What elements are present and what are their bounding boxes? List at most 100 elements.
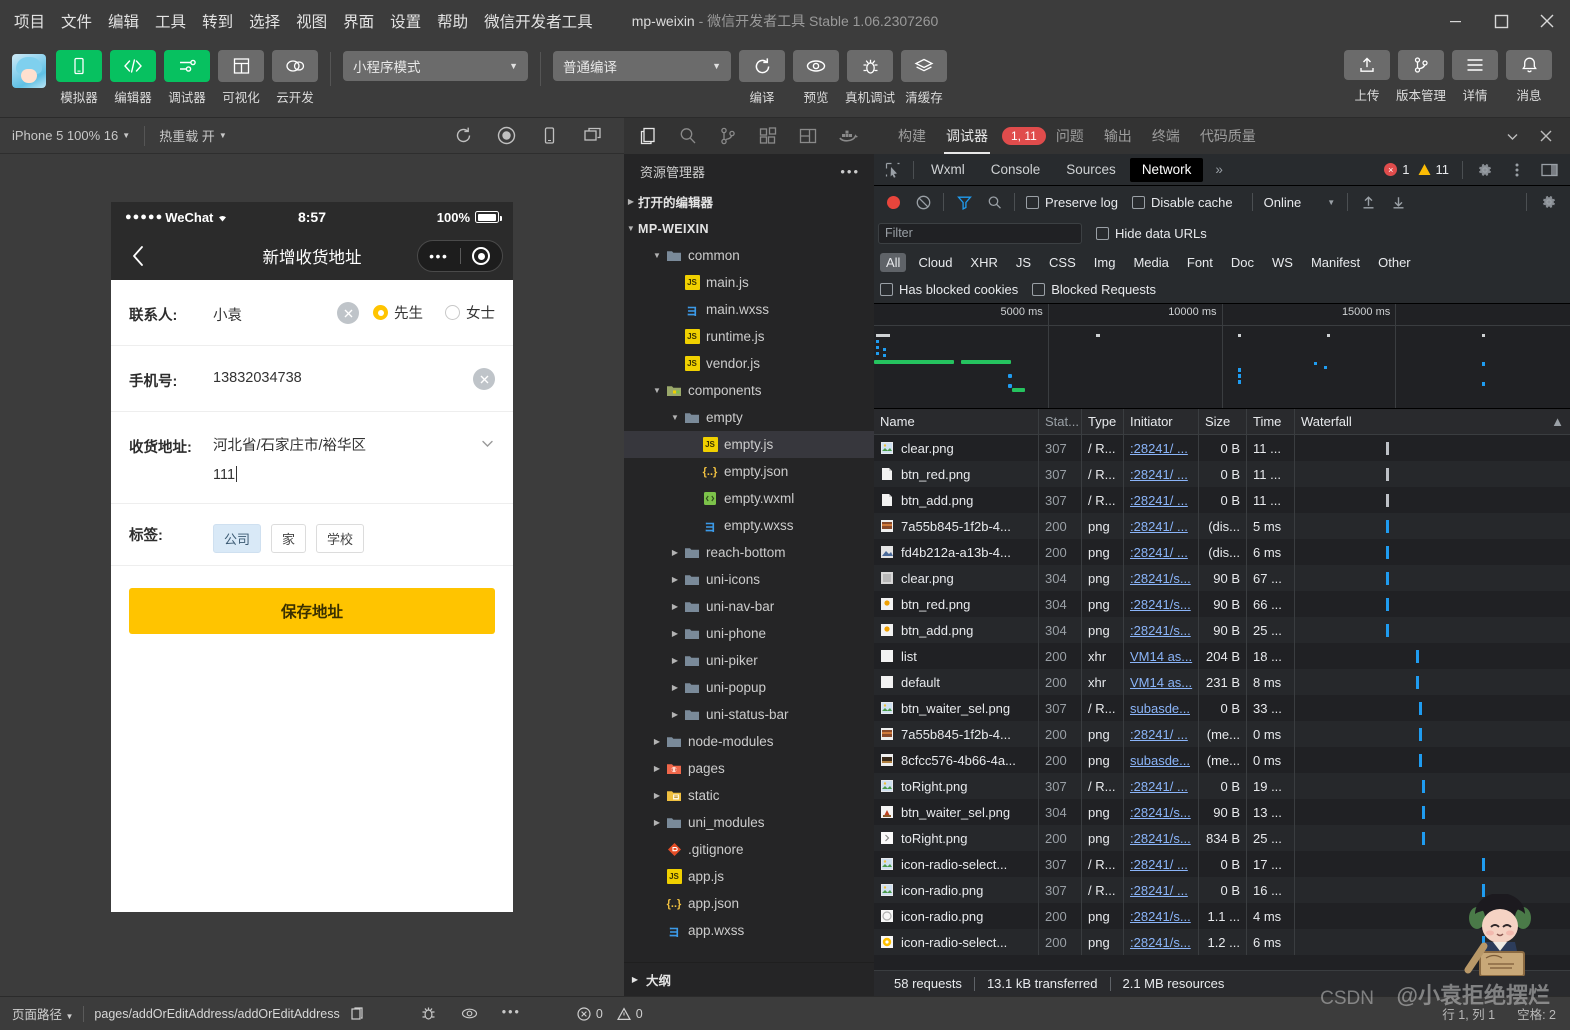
network-row[interactable]: icon-radio.png 200 png:28241/s... 1.1 ... 4 …	[874, 903, 1570, 929]
column-time[interactable]: Time	[1247, 408, 1295, 435]
network-row[interactable]: icon-radio-select... 307/ R...:28241/ ...…	[874, 851, 1570, 877]
page-path-select[interactable]: 页面路径 ▼	[12, 1004, 73, 1023]
menu-item-7[interactable]: 界面	[343, 10, 374, 32]
address-tag-2[interactable]: 学校	[316, 524, 365, 553]
chevron-down-icon[interactable]: ▼	[650, 386, 664, 395]
type-filter-Cloud[interactable]: Cloud	[912, 253, 958, 272]
request-initiator[interactable]: :28241/ ...	[1124, 461, 1199, 487]
maximize-button[interactable]	[1478, 0, 1524, 42]
phone-input[interactable]: 13832034738	[213, 346, 473, 386]
type-filter-Manifest[interactable]: Manifest	[1305, 253, 1366, 272]
toolbar-button-预览[interactable]: 预览	[793, 50, 839, 106]
menu-item-1[interactable]: 文件	[61, 10, 92, 32]
network-row[interactable]: clear.png 304 png:28241/s... 90 B 67 ...	[874, 565, 1570, 591]
gender-radio-0[interactable]: 先生	[373, 302, 423, 323]
type-filter-Font[interactable]: Font	[1181, 253, 1219, 272]
request-initiator[interactable]: :28241/ ...	[1124, 773, 1199, 799]
indent-setting[interactable]: 空格: 2	[1517, 1004, 1556, 1023]
menu-item-0[interactable]: 项目	[14, 10, 45, 32]
tree-item-main.js[interactable]: JS main.js	[624, 269, 874, 296]
address-region-picker[interactable]: 河北省/石家庄市/裕华区	[213, 434, 480, 455]
tree-item-uni-nav-bar[interactable]: ▶ uni-nav-bar	[624, 593, 874, 620]
tree-item-node-modules[interactable]: ▶ node-modules	[624, 728, 874, 755]
download-arrow-icon[interactable]	[1383, 186, 1413, 218]
type-filter-All[interactable]: All	[880, 252, 907, 272]
tree-item-app.json[interactable]: {..} app.json	[624, 890, 874, 917]
tree-item-main.wxss[interactable]: ョ main.wxss	[624, 296, 874, 323]
column-initiator[interactable]: Initiator	[1124, 408, 1199, 435]
chevron-right-icon[interactable]: ▶	[668, 602, 682, 611]
menu-item-8[interactable]: 设置	[390, 10, 421, 32]
menu-item-6[interactable]: 视图	[296, 10, 327, 32]
dock-icon[interactable]	[1534, 154, 1564, 186]
request-initiator[interactable]: :28241/ ...	[1124, 513, 1199, 539]
menu-item-2[interactable]: 编辑	[108, 10, 139, 32]
type-filter-Other[interactable]: Other	[1372, 253, 1417, 272]
network-row[interactable]: btn_add.png 304 png:28241/s... 90 B 25 ...	[874, 617, 1570, 643]
chevron-right-icon[interactable]: ▶	[668, 656, 682, 665]
close-button[interactable]	[1524, 0, 1570, 42]
network-request-list[interactable]: clear.png 307/ R...:28241/ ... 0 B 11 ... bt…	[874, 435, 1570, 970]
bug-icon[interactable]	[420, 1005, 437, 1022]
clear-circle-icon[interactable]	[473, 368, 495, 390]
tree-item-vendor.js[interactable]: JS vendor.js	[624, 350, 874, 377]
panel-tab-Network[interactable]: Network	[1129, 157, 1204, 182]
menu-item-4[interactable]: 转到	[202, 10, 233, 32]
type-filter-Doc[interactable]: Doc	[1225, 253, 1260, 272]
panel-tab-Sources[interactable]: Sources	[1054, 158, 1128, 182]
chevron-right-icon[interactable]: ▶	[668, 710, 682, 719]
chevron-down-icon[interactable]: ▼	[668, 413, 682, 422]
panel-tab-Console[interactable]: Console	[979, 158, 1053, 182]
menu-item-5[interactable]: 选择	[249, 10, 280, 32]
panel-tab-Wxml[interactable]: Wxml	[919, 158, 977, 182]
hide-data-urls-checkbox[interactable]: Hide data URLs	[1096, 226, 1207, 241]
chevron-right-icon[interactable]: ▶	[650, 818, 664, 827]
type-filter-Img[interactable]: Img	[1088, 253, 1122, 272]
request-initiator[interactable]: :28241/ ...	[1124, 487, 1199, 513]
tree-item-uni-phone[interactable]: ▶ uni-phone	[624, 620, 874, 647]
column-type[interactable]: Type	[1082, 408, 1124, 435]
network-row[interactable]: icon-radio-select... 200 png:28241/s... 1.2…	[874, 929, 1570, 955]
toolbar-button-清缓存[interactable]: 清缓存	[901, 50, 947, 106]
problems-indicator[interactable]: 0 0	[577, 1007, 643, 1021]
network-row[interactable]: 7a55b845-1f2b-4... 200 png:28241/ ... (me..…	[874, 721, 1570, 747]
gear-icon[interactable]	[1534, 186, 1564, 218]
request-initiator[interactable]: :28241/s...	[1124, 565, 1199, 591]
chevron-right-icon[interactable]: ▶	[668, 575, 682, 584]
devtools-tab-问题[interactable]: 问题	[1046, 118, 1094, 154]
network-row[interactable]: btn_waiter_sel.png 307/ R... subasde... 0 B…	[874, 695, 1570, 721]
type-filter-XHR[interactable]: XHR	[964, 253, 1003, 272]
more-icon[interactable]: •••	[502, 1005, 521, 1022]
tree-item-empty[interactable]: ▼ empty	[624, 404, 874, 431]
extensions-icon[interactable]	[748, 118, 788, 154]
mode-select[interactable]: 小程序模式 ▼	[343, 51, 528, 81]
network-row[interactable]: btn_red.png 304 png:28241/s... 90 B 66 ...	[874, 591, 1570, 617]
chevron-down-icon[interactable]	[480, 412, 495, 451]
network-row[interactable]: fd4b212a-a13b-4... 200 png:28241/ ... (dis.…	[874, 539, 1570, 565]
tree-item-empty.wxss[interactable]: ョ empty.wxss	[624, 512, 874, 539]
request-initiator[interactable]: VM14 as...	[1124, 643, 1199, 669]
kebab-icon[interactable]	[1502, 154, 1532, 186]
chevron-down-icon[interactable]: ▼	[650, 251, 664, 260]
request-initiator[interactable]: :28241/ ...	[1124, 851, 1199, 877]
address-tag-1[interactable]: 家	[271, 524, 307, 553]
user-avatar[interactable]	[12, 54, 46, 88]
column-name[interactable]: Name	[874, 408, 1039, 435]
tree-item-reach-bottom[interactable]: ▶ reach-bottom	[624, 539, 874, 566]
more-panels-button[interactable]: »	[1203, 158, 1235, 182]
filter-icon[interactable]	[949, 186, 979, 218]
clear-circle-icon[interactable]	[337, 302, 359, 324]
search-icon[interactable]	[668, 118, 708, 154]
filter-input[interactable]: Filter	[878, 222, 1082, 244]
contact-input[interactable]: 小袁	[213, 280, 337, 325]
request-initiator[interactable]: :28241/s...	[1124, 929, 1199, 955]
request-initiator[interactable]: subasde...	[1124, 747, 1199, 773]
phone-icon[interactable]	[540, 126, 559, 145]
network-row[interactable]: 8cfcc576-4b66-4a... 200 png subasde... (me..…	[874, 747, 1570, 773]
record-icon[interactable]	[497, 126, 516, 145]
tree-item-app.wxss[interactable]: ョ app.wxss	[624, 917, 874, 944]
request-initiator[interactable]: :28241/ ...	[1124, 435, 1199, 461]
files-icon[interactable]	[628, 118, 668, 154]
tree-item-uni-icons[interactable]: ▶ uni-icons	[624, 566, 874, 593]
copy-icon[interactable]	[350, 1006, 364, 1021]
